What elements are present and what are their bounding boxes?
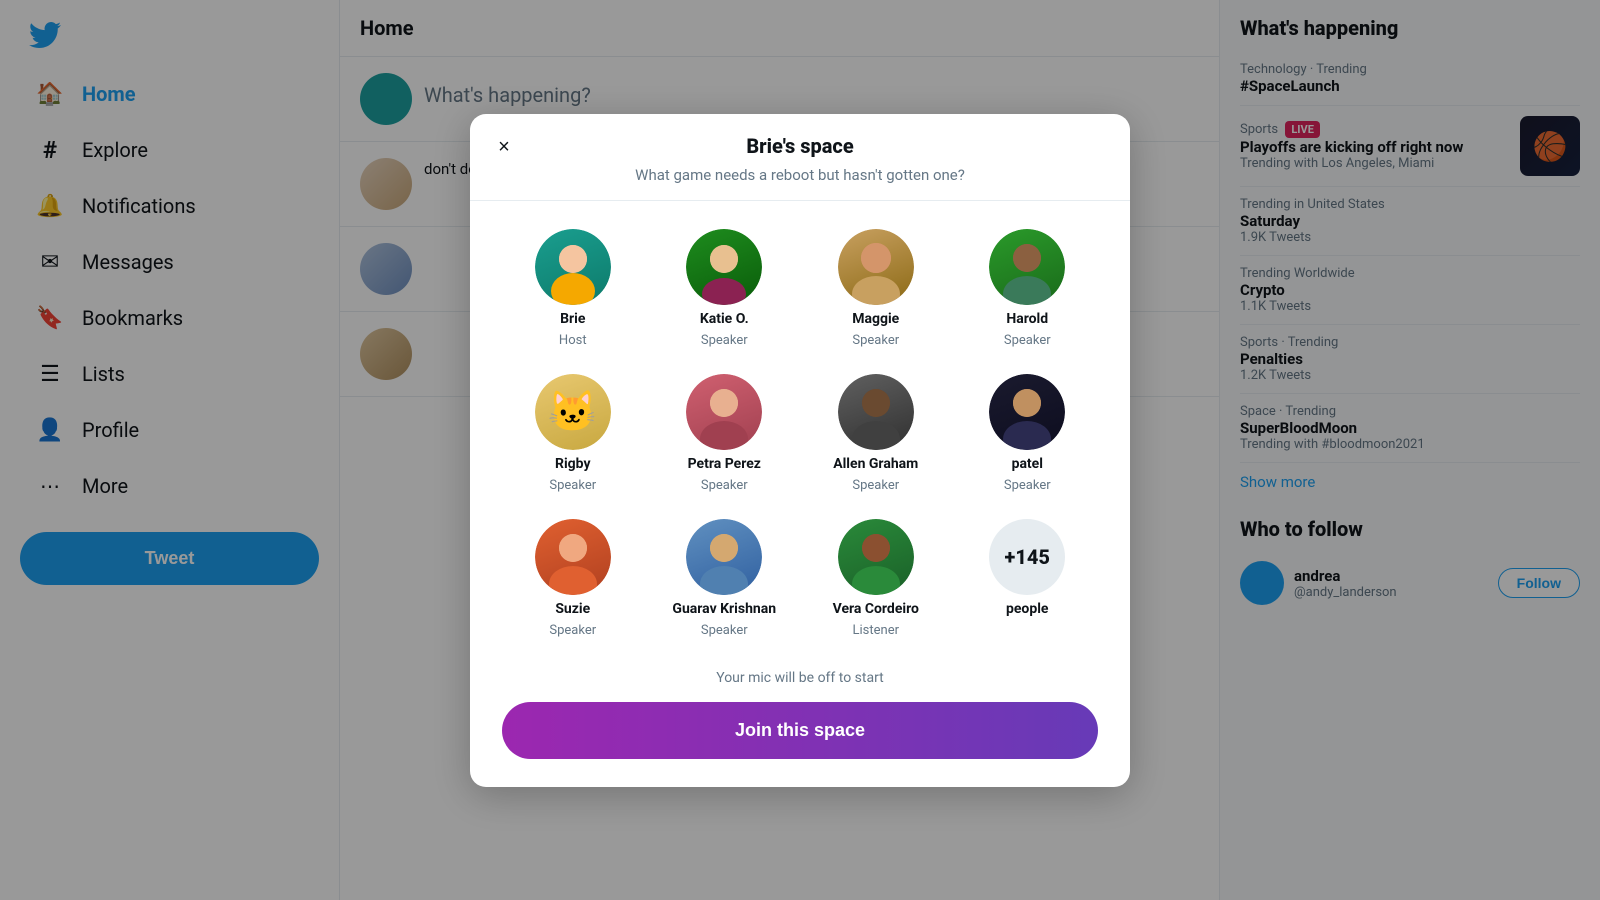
- participant-role-petra: Speaker: [701, 478, 748, 493]
- modal-divider: [470, 200, 1130, 201]
- participant-avatar-brie: [535, 229, 611, 305]
- participant-vera: Vera Cordeiro Listener: [805, 511, 947, 646]
- participant-role-maggie: Speaker: [852, 333, 899, 348]
- participant-name-harold: Harold: [1006, 311, 1048, 327]
- modal-footer: Your mic will be off to start Join this …: [470, 646, 1130, 787]
- join-space-button[interactable]: Join this space: [502, 702, 1098, 759]
- participant-suzie: Suzie Speaker: [502, 511, 644, 646]
- participant-role-allen: Speaker: [852, 478, 899, 493]
- participant-role-vera: Listener: [853, 623, 900, 638]
- participant-role-harold: Speaker: [1004, 333, 1051, 348]
- participant-role-katie: Speaker: [701, 333, 748, 348]
- participant-role-suzie: Speaker: [549, 623, 596, 638]
- participant-avatar-vera: [838, 519, 914, 595]
- participant-maggie: Maggie Speaker: [805, 221, 947, 356]
- participant-avatar-allen: [838, 374, 914, 450]
- participant-guarav: Guarav Krishnan Speaker: [654, 511, 796, 646]
- participant-name-maggie: Maggie: [852, 311, 899, 327]
- modal-close-button[interactable]: ×: [486, 130, 522, 166]
- participant-katie: Katie O. Speaker: [654, 221, 796, 356]
- participant-name-vera: Vera Cordeiro: [833, 601, 919, 617]
- participant-avatar-petra: [686, 374, 762, 450]
- plus-badge: +145: [989, 519, 1065, 595]
- participant-name-guarav: Guarav Krishnan: [672, 601, 776, 617]
- participant-name-katie: Katie O.: [700, 311, 749, 327]
- participant-patel: patel Speaker: [957, 366, 1099, 501]
- participant-name-allen: Allen Graham: [833, 456, 918, 472]
- participant-name-rigby: Rigby: [555, 456, 591, 472]
- participant-plus[interactable]: +145 people: [957, 511, 1099, 646]
- participant-role-brie: Host: [559, 333, 587, 348]
- participant-name-suzie: Suzie: [555, 601, 590, 617]
- participant-name-petra: Petra Perez: [688, 456, 761, 472]
- participant-avatar-harold: [989, 229, 1065, 305]
- participant-avatar-katie: [686, 229, 762, 305]
- participant-role-guarav: Speaker: [701, 623, 748, 638]
- participant-avatar-rigby: 🐱: [535, 374, 611, 450]
- participant-allen: Allen Graham Speaker: [805, 366, 947, 501]
- participant-role-rigby: Speaker: [549, 478, 596, 493]
- modal-header: × Brie's space: [470, 114, 1130, 158]
- participant-avatar-suzie: [535, 519, 611, 595]
- modal-title: Brie's space: [746, 134, 853, 158]
- participant-petra: Petra Perez Speaker: [654, 366, 796, 501]
- participants-grid: Brie Host Katie O. Speaker Maggi: [470, 221, 1130, 646]
- participant-harold: Harold Speaker: [957, 221, 1099, 356]
- participant-name-patel: patel: [1012, 456, 1043, 472]
- modal-overlay[interactable]: × Brie's space What game needs a reboot …: [0, 0, 1600, 900]
- modal-subtitle: What game needs a reboot but hasn't gott…: [470, 158, 1130, 200]
- participant-avatar-guarav: [686, 519, 762, 595]
- mic-notice: Your mic will be off to start: [502, 670, 1098, 686]
- spaces-modal: × Brie's space What game needs a reboot …: [470, 114, 1130, 787]
- participant-avatar-patel: [989, 374, 1065, 450]
- participant-plus-label: people: [1006, 601, 1048, 617]
- participant-brie: Brie Host: [502, 221, 644, 356]
- participant-name-brie: Brie: [560, 311, 585, 327]
- participant-role-patel: Speaker: [1004, 478, 1051, 493]
- participant-avatar-maggie: [838, 229, 914, 305]
- participant-rigby: 🐱 Rigby Speaker: [502, 366, 644, 501]
